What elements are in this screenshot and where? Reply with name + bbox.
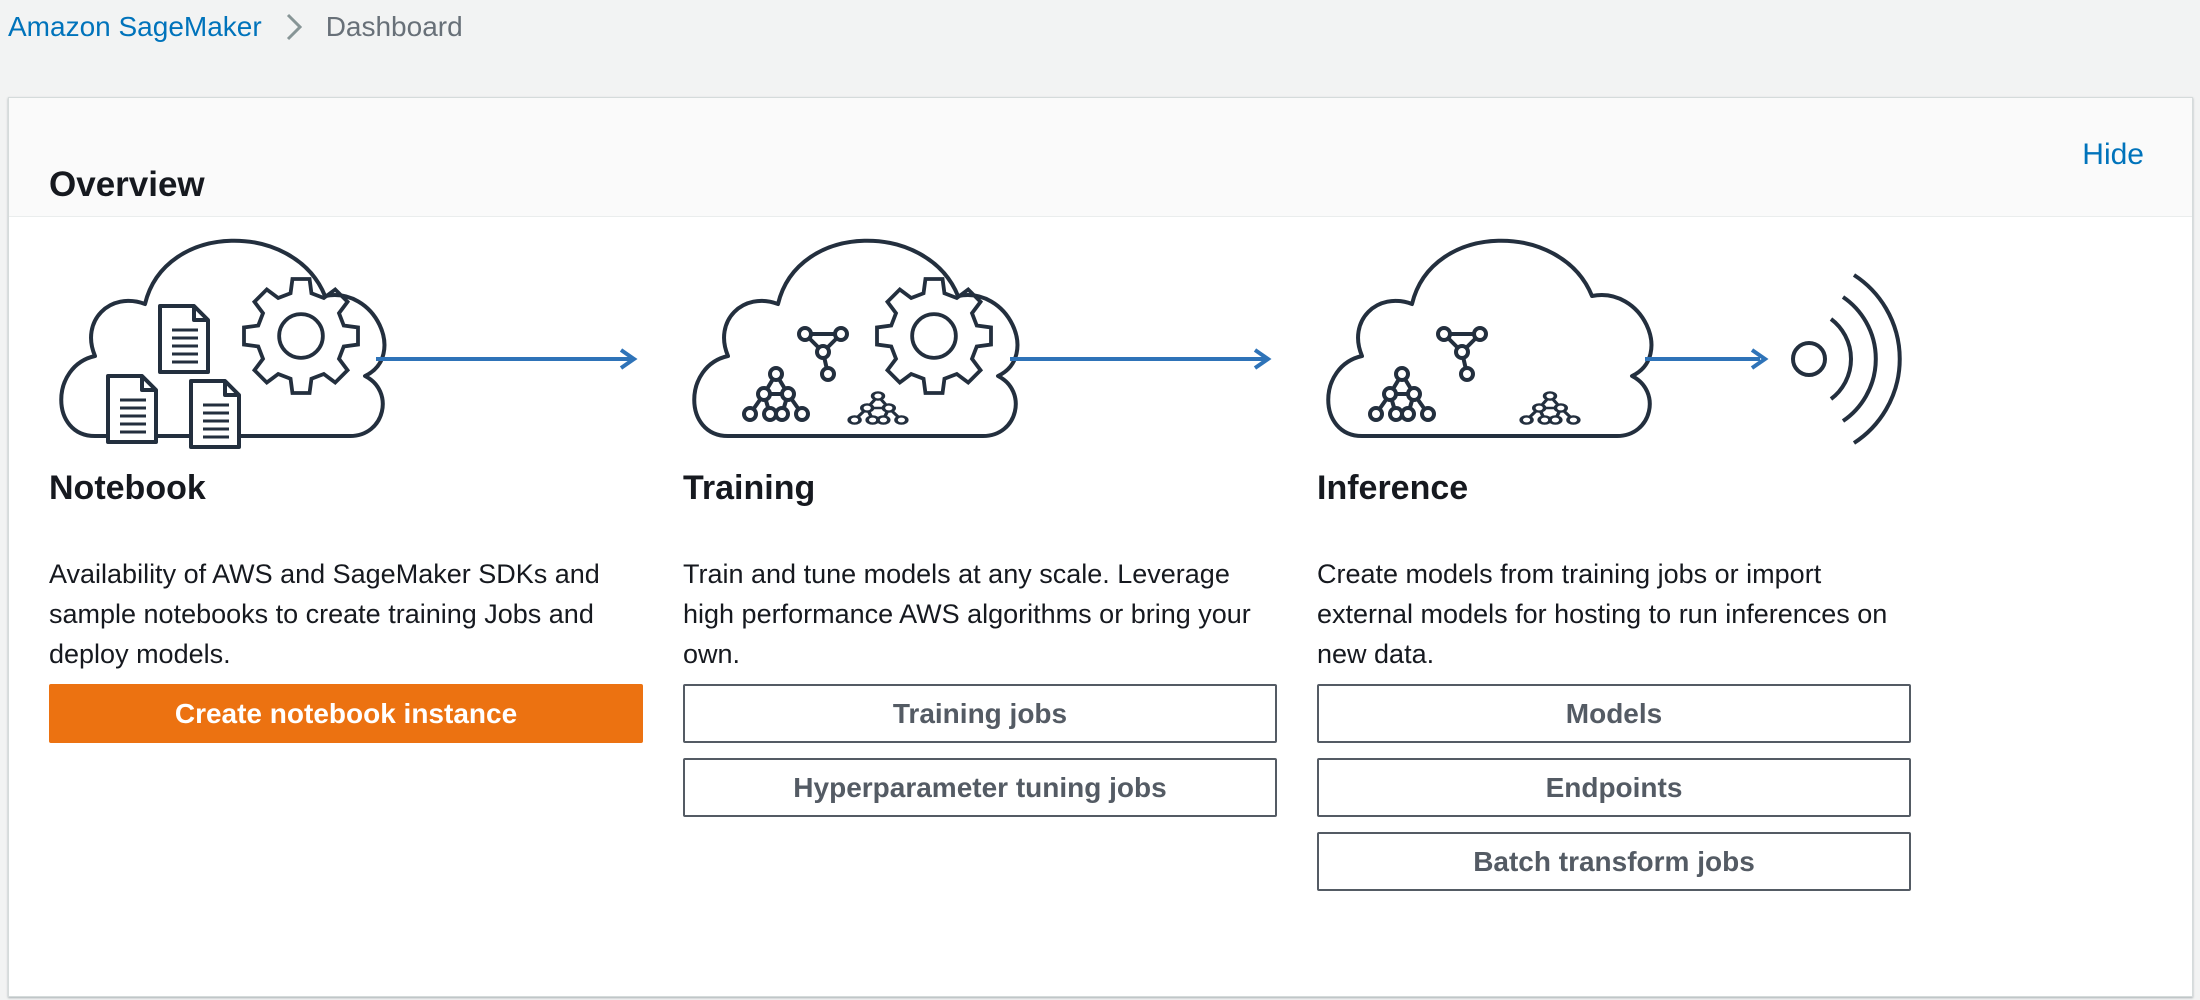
notebook-title: Notebook — [49, 469, 206, 507]
create-notebook-instance-button[interactable]: Create notebook instance — [49, 684, 643, 743]
arrow-right-icon — [374, 348, 636, 370]
models-button[interactable]: Models — [1317, 684, 1911, 743]
notebook-column: Notebook Availability of AWS and SageMak… — [49, 468, 644, 758]
breadcrumb-dashboard: Dashboard — [325, 11, 463, 42]
training-column: Training Train and tune models at any sc… — [683, 468, 1278, 832]
training-title: Training — [683, 469, 816, 507]
batch-transform-jobs-button[interactable]: Batch transform jobs — [1317, 832, 1911, 891]
hyperparameter-tuning-jobs-button[interactable]: Hyperparameter tuning jobs — [683, 758, 1277, 817]
overview-title: Overview — [49, 165, 205, 205]
overview-header: Overview Hide — [9, 98, 2192, 217]
chevron-right-icon — [286, 13, 302, 41]
overview-panel: Overview Hide Notebook Availability of A… — [8, 97, 2193, 997]
inference-cloud-icon — [1326, 238, 1654, 438]
training-jobs-button[interactable]: Training jobs — [683, 684, 1277, 743]
broadcast-signal-icon — [1791, 273, 1902, 445]
training-description: Train and tune models at any scale. Leve… — [683, 559, 1251, 669]
inference-column: Inference Create models from training jo… — [1317, 468, 1912, 906]
breadcrumb-amazon-sagemaker-link[interactable]: Amazon SageMaker — [8, 11, 262, 43]
endpoints-button[interactable]: Endpoints — [1317, 758, 1911, 817]
inference-description: Create models from training jobs or impo… — [1317, 559, 1888, 669]
breadcrumb: Amazon SageMaker Dashboard — [8, 8, 463, 46]
workflow-illustration — [59, 238, 1902, 449]
notebook-description: Availability of AWS and SageMaker SDKs a… — [49, 559, 600, 669]
inference-title: Inference — [1317, 469, 1469, 507]
hide-link[interactable]: Hide — [2082, 138, 2144, 172]
arrow-right-icon — [1008, 348, 1270, 370]
training-cloud-icon — [692, 238, 1020, 438]
notebook-cloud-icon — [59, 238, 387, 449]
arrow-right-icon — [1645, 348, 1769, 370]
